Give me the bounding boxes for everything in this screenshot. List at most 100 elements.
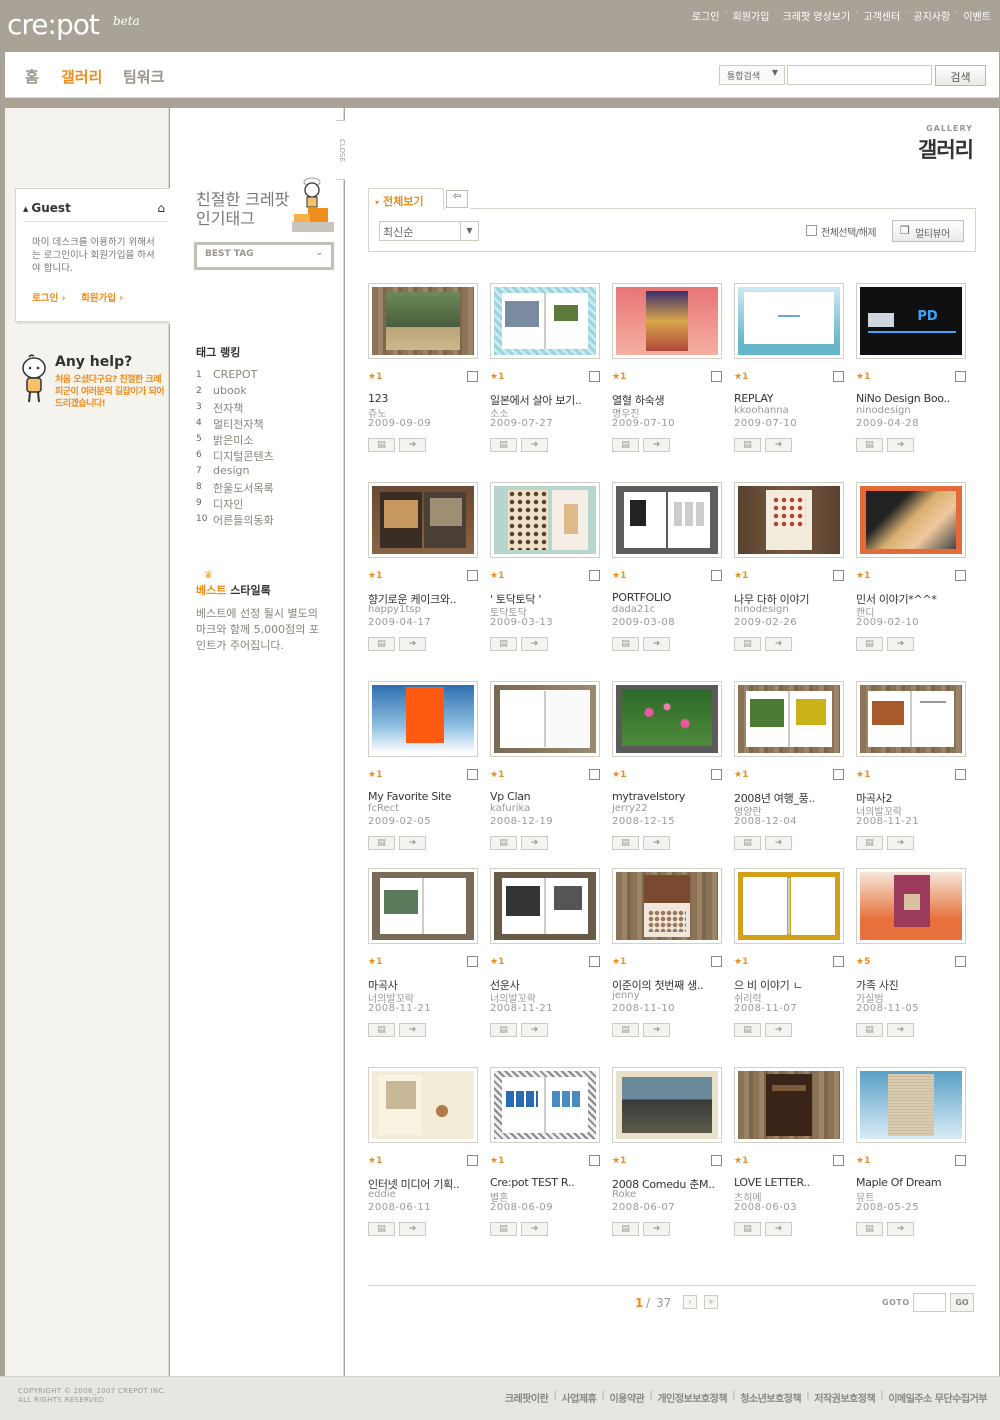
tag-link[interactable]: ubook bbox=[213, 384, 247, 400]
view-info-icon[interactable]: ▤ bbox=[734, 1023, 761, 1037]
item-checkbox[interactable] bbox=[711, 1155, 722, 1166]
thumbnail[interactable] bbox=[612, 482, 722, 558]
item-checkbox[interactable] bbox=[833, 1155, 844, 1166]
next-page-button[interactable]: › bbox=[683, 1295, 697, 1309]
open-arrow-icon[interactable]: ➜ bbox=[643, 1222, 670, 1236]
tag-link[interactable]: 밝은미소 bbox=[213, 432, 253, 448]
view-info-icon[interactable]: ▤ bbox=[856, 836, 883, 850]
tag-rank-item[interactable]: 9 디자인 bbox=[196, 496, 336, 512]
open-arrow-icon[interactable]: ➜ bbox=[521, 637, 548, 651]
item-title[interactable]: 123 bbox=[368, 392, 478, 405]
open-arrow-icon[interactable]: ➜ bbox=[765, 1222, 792, 1236]
tag-rank-item[interactable]: 7 design bbox=[196, 464, 336, 480]
last-page-button[interactable]: » bbox=[704, 1295, 718, 1309]
search-input[interactable] bbox=[787, 65, 932, 85]
view-info-icon[interactable]: ▤ bbox=[490, 1023, 517, 1037]
tag-rank-item[interactable]: 3 전자책 bbox=[196, 400, 336, 416]
search-type-select[interactable]: 통합검색 ▼ bbox=[719, 65, 785, 85]
item-title[interactable]: Vp Clan bbox=[490, 790, 600, 803]
view-toggle-icon[interactable]: ⇦ bbox=[446, 190, 468, 208]
thumbnail[interactable] bbox=[734, 868, 844, 944]
open-arrow-icon[interactable]: ➜ bbox=[399, 1023, 426, 1037]
view-info-icon[interactable]: ▤ bbox=[368, 836, 395, 850]
top-link[interactable]: 크레팟 영상보기 bbox=[778, 8, 856, 23]
item-author[interactable]: ninodesign bbox=[856, 405, 911, 416]
open-arrow-icon[interactable]: ➜ bbox=[765, 438, 792, 452]
top-link[interactable]: 공지사항 bbox=[908, 8, 955, 23]
thumbnail[interactable] bbox=[734, 482, 844, 558]
gallery-item[interactable]: ★1 Vp Clan kafurika 2008-12-19 ▤ ➜ bbox=[490, 681, 600, 856]
item-title[interactable]: REPLAY bbox=[734, 392, 844, 405]
thumbnail[interactable] bbox=[490, 1067, 600, 1143]
item-author[interactable]: Roke bbox=[612, 1189, 636, 1200]
tag-rank-item[interactable]: 2 ubook bbox=[196, 384, 336, 400]
tag-rank-item[interactable]: 6 디지털콘텐츠 bbox=[196, 448, 336, 464]
item-author[interactable]: fcRect bbox=[368, 803, 399, 814]
item-checkbox[interactable] bbox=[589, 570, 600, 581]
item-author[interactable]: eddie bbox=[368, 1189, 396, 1200]
gallery-item[interactable]: ★1 2008 Comedu 춘M.. Roke 2008-06-07 ▤ ➜ bbox=[612, 1067, 722, 1242]
open-arrow-icon[interactable]: ➜ bbox=[399, 836, 426, 850]
tag-link[interactable]: CREPOT bbox=[213, 368, 257, 384]
footer-link[interactable]: 개인정보보호정책 bbox=[652, 1390, 732, 1405]
item-checkbox[interactable] bbox=[467, 570, 478, 581]
item-checkbox[interactable] bbox=[467, 956, 478, 967]
view-info-icon[interactable]: ▤ bbox=[490, 438, 517, 452]
gallery-item[interactable]: ★1 LOVE LETTER.. 츠히메 2008-06-03 ▤ ➜ bbox=[734, 1067, 844, 1242]
footer-link[interactable]: 청소년보호정책 bbox=[735, 1390, 806, 1405]
multiviewer-button[interactable]: 멀티뷰어 bbox=[892, 220, 964, 242]
open-arrow-icon[interactable]: ➜ bbox=[765, 836, 792, 850]
view-info-icon[interactable]: ▤ bbox=[856, 1023, 883, 1037]
search-button[interactable]: 검색 bbox=[935, 65, 986, 86]
item-title[interactable]: LOVE LETTER.. bbox=[734, 1176, 844, 1189]
item-author[interactable]: jerry22 bbox=[612, 803, 648, 814]
thumbnail[interactable] bbox=[734, 681, 844, 757]
item-checkbox[interactable] bbox=[467, 769, 478, 780]
tag-link[interactable]: 디자인 bbox=[213, 496, 243, 512]
item-checkbox[interactable] bbox=[711, 371, 722, 382]
sort-select[interactable]: 최신순 ▼ bbox=[379, 221, 479, 241]
thumbnail[interactable] bbox=[368, 1067, 478, 1143]
view-info-icon[interactable]: ▤ bbox=[368, 1222, 395, 1236]
gallery-item[interactable]: ★1 나무 다하 이야기 ninodesign 2009-02-26 ▤ ➜ bbox=[734, 482, 844, 657]
item-checkbox[interactable] bbox=[589, 1155, 600, 1166]
open-arrow-icon[interactable]: ➜ bbox=[887, 836, 914, 850]
view-info-icon[interactable]: ▤ bbox=[734, 637, 761, 651]
view-info-icon[interactable]: ▤ bbox=[368, 637, 395, 651]
view-info-icon[interactable]: ▤ bbox=[612, 1222, 639, 1236]
footer-link[interactable]: 사업제휴 bbox=[556, 1390, 601, 1405]
thumbnail[interactable] bbox=[734, 283, 844, 359]
thumbnail[interactable] bbox=[856, 868, 966, 944]
open-arrow-icon[interactable]: ➜ bbox=[643, 836, 670, 850]
item-checkbox[interactable] bbox=[711, 956, 722, 967]
thumbnail[interactable] bbox=[612, 681, 722, 757]
gallery-item[interactable]: ★1 향기로운 케이크와.. happy1tsp 2009-04-17 ▤ ➜ bbox=[368, 482, 478, 657]
view-info-icon[interactable]: ▤ bbox=[490, 836, 517, 850]
tag-rank-item[interactable]: 5 밝은미소 bbox=[196, 432, 336, 448]
open-arrow-icon[interactable]: ➜ bbox=[399, 637, 426, 651]
view-info-icon[interactable]: ▤ bbox=[368, 438, 395, 452]
item-author[interactable]: happy1tsp bbox=[368, 604, 421, 615]
crepot-logo[interactable]: cre:pot bbox=[7, 8, 100, 41]
open-arrow-icon[interactable]: ➜ bbox=[399, 438, 426, 452]
tag-link[interactable]: 전자책 bbox=[213, 400, 243, 416]
open-arrow-icon[interactable]: ➜ bbox=[887, 637, 914, 651]
view-info-icon[interactable]: ▤ bbox=[856, 637, 883, 651]
help-text[interactable]: 처음 오셨다구요? 친절한 크레피군이 여러분의 길잡이가 되어드리겠습니다! bbox=[55, 374, 165, 410]
top-link[interactable]: 이벤트 bbox=[958, 8, 996, 23]
gallery-item[interactable]: ★1 mytravelstory jerry22 2008-12-15 ▤ ➜ bbox=[612, 681, 722, 856]
thumbnail[interactable] bbox=[490, 482, 600, 558]
gallery-item[interactable]: ★1 PORTFOLIO dada21c 2009-03-08 ▤ ➜ bbox=[612, 482, 722, 657]
item-checkbox[interactable] bbox=[955, 570, 966, 581]
item-checkbox[interactable] bbox=[589, 769, 600, 780]
gallery-item[interactable]: ★5 가족 사진 가실범 2008-11-05 ▤ ➜ bbox=[856, 868, 966, 1043]
thumbnail[interactable] bbox=[490, 868, 600, 944]
select-all-checkbox[interactable] bbox=[806, 225, 817, 236]
item-checkbox[interactable] bbox=[833, 371, 844, 382]
top-link[interactable]: 고객센터 bbox=[858, 8, 905, 23]
view-info-icon[interactable]: ▤ bbox=[368, 1023, 395, 1037]
item-author[interactable]: dada21c bbox=[612, 604, 655, 615]
tag-link[interactable]: 멀티전자책 bbox=[213, 416, 264, 432]
open-arrow-icon[interactable]: ➜ bbox=[765, 637, 792, 651]
login-link[interactable]: 로그인 › bbox=[32, 290, 65, 304]
